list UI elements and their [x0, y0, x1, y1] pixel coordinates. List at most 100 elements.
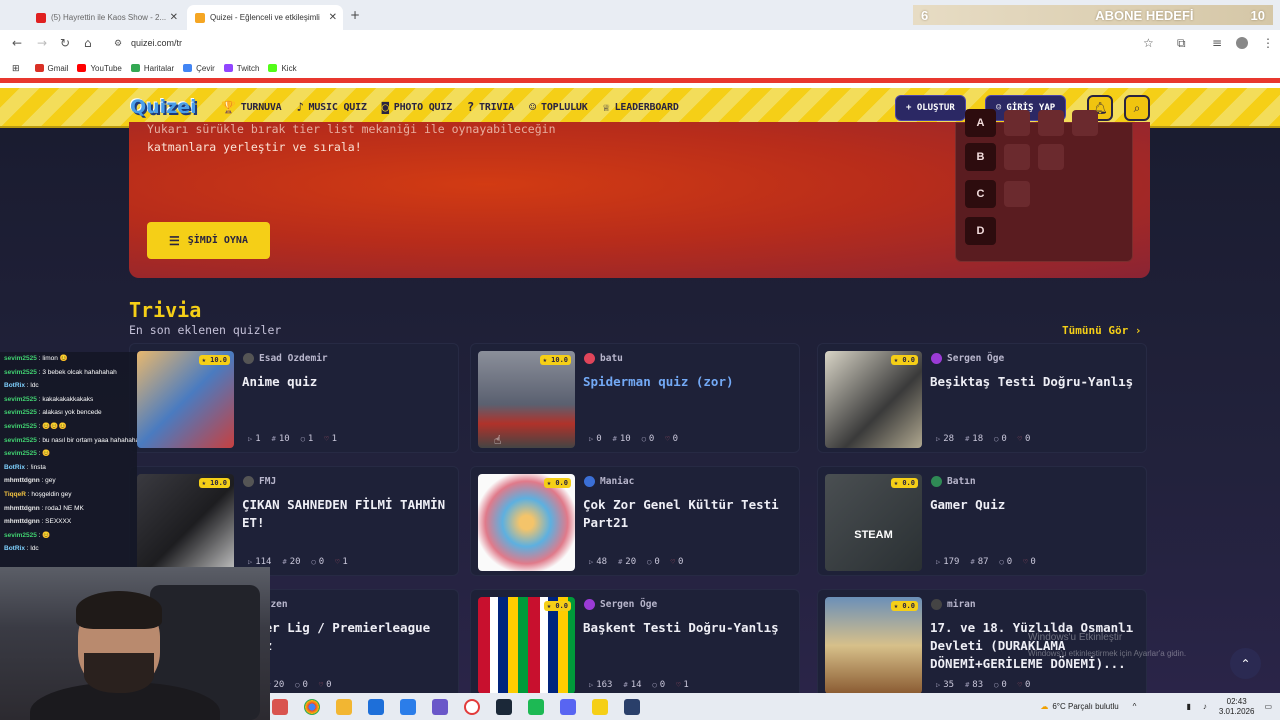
quiz-card[interactable]: ★ 0.0 Maniac Çok Zor Genel Kültür Testi Pa…: [470, 466, 800, 576]
app-icon[interactable]: [432, 698, 448, 715]
quiz-thumbnail[interactable]: ★ 0.0: [825, 597, 922, 694]
notification-icon[interactable]: ▭: [1264, 702, 1272, 711]
quiz-thumbnail[interactable]: ★ 0.0 STEAM: [825, 474, 922, 571]
quiz-thumbnail[interactable]: ★ 10.0: [137, 351, 234, 448]
avatar: [584, 353, 595, 364]
network-icon[interactable]: ▮: [1186, 702, 1190, 711]
questions-count: #87: [970, 557, 989, 567]
quiz-title[interactable]: Çok Zor Genel Kültür Testi Part21: [583, 496, 793, 532]
play-icon: ▷: [589, 681, 594, 689]
tab-quizei[interactable]: Quizei - Eğlenceli ve etkileşimli ✕: [187, 5, 343, 30]
profile-avatar[interactable]: [1236, 37, 1248, 49]
play-now-button[interactable]: ☰ ŞİMDİ OYNA: [147, 222, 270, 259]
comments-count: ◯ 0: [652, 680, 666, 690]
comments-count: ◯ 0: [295, 680, 308, 690]
apps-icon[interactable]: ⊞: [12, 63, 20, 74]
forward-icon[interactable]: →: [37, 36, 47, 50]
likes-count: ♡ 0: [670, 557, 684, 567]
quiz-title[interactable]: Gamer Quiz: [930, 496, 1140, 514]
folder-icon[interactable]: [336, 698, 352, 715]
close-icon[interactable]: ✕: [170, 12, 178, 23]
quiz-title[interactable]: Anime quiz: [242, 373, 452, 391]
quiz-card[interactable]: ★ 10.0 batu Spiderman quiz (zor) ▷ 0 #10 ◯ 0 ♡ 0: [470, 343, 800, 453]
see-all-link[interactable]: Tümünü Gör ›: [1062, 324, 1141, 337]
bookmark-twitch[interactable]: Twitch: [223, 64, 259, 73]
quiz-title[interactable]: 17. ve 18. Yüzlılda Osmanlı Devleti (DUR…: [930, 619, 1140, 673]
nav-tournament[interactable]: 🏆 TURNUVA: [221, 100, 282, 114]
chat-text: 😊: [42, 450, 51, 458]
quiz-card[interactable]: ★ 0.0 Sergen Öge Beşiktaş Testi Doğru-Yanl…: [817, 343, 1147, 453]
quiz-card[interactable]: ★ 10.0 FMJ ÇIKAN SAHNEDEN FİLMİ TAHMİN ET!…: [129, 466, 459, 576]
volume-icon[interactable]: ♪: [1203, 702, 1207, 711]
nav-music-quiz[interactable]: ♪ MUSIC QUIZ: [297, 100, 367, 114]
quiz-card[interactable]: ★ 10.0 Esad Ozdemir Anime quiz ▷ 1 #10 ◯ 1 ♡ 1: [129, 343, 459, 453]
discord-icon[interactable]: [560, 698, 576, 715]
quiz-author[interactable]: FMJ: [243, 476, 276, 487]
kick-icon: [268, 64, 278, 72]
bookmark-maps[interactable]: Haritalar: [130, 64, 174, 73]
opera-icon[interactable]: [464, 698, 480, 715]
quiz-card[interactable]: ★ 0.0 Sergen Öge Başkent Testi Doğru-Yanlı…: [470, 589, 800, 699]
quiz-thumbnail[interactable]: ★ 0.0: [825, 351, 922, 448]
bookmark-translate[interactable]: Çevir: [183, 64, 215, 73]
search-icon[interactable]: ⌕: [1124, 95, 1150, 121]
tray-chevron-icon[interactable]: ^: [1133, 702, 1137, 711]
quiz-author[interactable]: miran: [931, 599, 976, 610]
rating-badge: ★ 0.0: [890, 601, 918, 611]
quiz-title[interactable]: Süper Lig / Premierleague Quiz: [242, 619, 452, 655]
heart-icon: ♡: [670, 558, 675, 566]
clock[interactable]: 02:43 3.01.2026: [1219, 697, 1255, 717]
quiz-author[interactable]: Sergen Öge: [931, 353, 1004, 364]
chat-text: kakakakakkakaks: [42, 395, 94, 403]
store-icon[interactable]: [368, 698, 384, 715]
heart-icon: ♡: [1017, 435, 1022, 443]
chrome-icon[interactable]: [304, 698, 320, 715]
home-icon[interactable]: ⌂: [84, 36, 92, 50]
nav-leaderboard[interactable]: ♕ LEADERBOARD: [603, 100, 679, 114]
more-icon[interactable]: ⋮: [1262, 36, 1274, 50]
bookmark-gmail[interactable]: Gmail: [34, 64, 68, 73]
quiz-title[interactable]: Spiderman quiz (zor): [583, 373, 793, 391]
quiz-title[interactable]: Başkent Testi Doğru-Yanlış: [583, 619, 793, 637]
url-field[interactable]: quizei.com/tr: [131, 38, 182, 48]
back-icon[interactable]: ←: [12, 36, 22, 50]
nav-community[interactable]: ☺ TOPLULUK: [529, 100, 588, 114]
steam-icon[interactable]: [496, 698, 512, 715]
quiz-card[interactable]: ★ 0.0 miran 17. ve 18. Yüzlılda Osmanlı De…: [817, 589, 1147, 699]
quiz-author[interactable]: Sergen Öge: [584, 599, 657, 610]
weather-text[interactable]: 6°C Parçalı bulutlu: [1052, 702, 1118, 711]
quiz-thumbnail[interactable]: ★ 10.0: [478, 351, 575, 448]
app-icon[interactable]: [400, 698, 416, 715]
quiz-author[interactable]: batu: [584, 353, 623, 364]
reload-icon[interactable]: ↻: [60, 36, 70, 50]
close-icon[interactable]: ✕: [329, 12, 337, 23]
extensions-icon[interactable]: ⧉: [1177, 36, 1186, 51]
scroll-top-button[interactable]: ⌃: [1230, 648, 1261, 679]
quiz-author[interactable]: Esad Ozdemir: [243, 353, 328, 364]
quiz-thumbnail[interactable]: ★ 0.0: [478, 597, 575, 694]
site-info-icon[interactable]: ⚙: [114, 39, 122, 49]
calculator-icon[interactable]: [624, 698, 640, 715]
bookmark-kick[interactable]: Kick: [268, 64, 297, 73]
app-icon[interactable]: [272, 698, 288, 715]
hash-icon: #: [970, 558, 975, 566]
new-tab-button[interactable]: +: [350, 8, 360, 22]
bookmark-star-icon[interactable]: ☆: [1143, 36, 1154, 50]
quiz-thumbnail[interactable]: ★ 10.0: [137, 474, 234, 571]
site-logo[interactable]: Quizei: [130, 96, 197, 118]
quiz-title[interactable]: Beşiktaş Testi Doğru-Yanlış: [930, 373, 1140, 391]
tab-youtube[interactable]: (5) Hayrettin ile Kaos Show - 2... ✕: [28, 5, 184, 30]
quiz-thumbnail[interactable]: ★ 0.0: [478, 474, 575, 571]
app-icon[interactable]: [528, 698, 544, 715]
quiz-title[interactable]: ÇIKAN SAHNEDEN FİLMİ TAHMİN ET!: [242, 496, 452, 532]
quiz-author[interactable]: Maniac: [584, 476, 634, 487]
nav-photo-quiz[interactable]: ◙ PHOTO QUIZ: [382, 100, 452, 114]
chat-message: mhmttdgnn : gey: [4, 477, 56, 485]
quiz-author[interactable]: Batın: [931, 476, 976, 487]
quiz-card[interactable]: ★ 0.0 STEAM Batın Gamer Quiz ▷ 179 #87 ◯ 0 ♡ 0: [817, 466, 1147, 576]
create-button[interactable]: + OLUŞTUR: [895, 95, 966, 121]
app-icon[interactable]: [592, 698, 608, 715]
bookmark-youtube[interactable]: YouTube: [77, 64, 122, 73]
menu-list-icon[interactable]: ≡: [1212, 36, 1222, 50]
nav-trivia[interactable]: ? TRIVIA: [467, 100, 514, 114]
